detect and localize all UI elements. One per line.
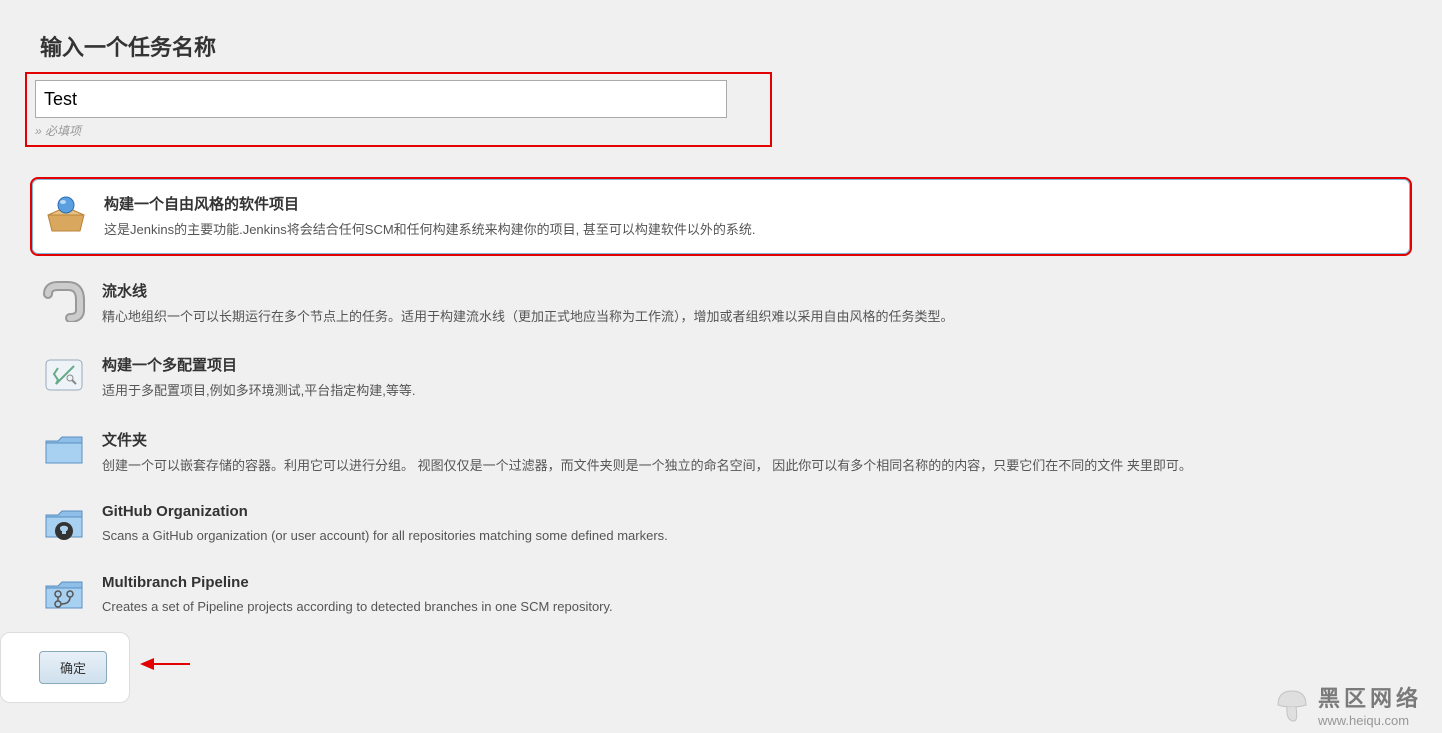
github-org-icon: [40, 503, 88, 545]
required-label: » 必填项: [35, 122, 762, 139]
option-folder[interactable]: 文件夹 创建一个可以嵌套存储的容器。利用它可以进行分组。 视图仅仅是一个过滤器，…: [30, 415, 1412, 490]
job-type-list: 构建一个自由风格的软件项目 这是Jenkins的主要功能.Jenkins将会结合…: [30, 177, 1412, 630]
multiconfig-icon: [40, 354, 88, 396]
option-title: 构建一个自由风格的软件项目: [104, 193, 1400, 214]
ok-button[interactable]: 确定: [39, 651, 107, 684]
multibranch-icon: [40, 574, 88, 616]
option-desc: 这是Jenkins的主要功能.Jenkins将会结合任何SCM和任何构建系统来构…: [104, 220, 1400, 240]
watermark-url: www.heiqu.com: [1318, 713, 1422, 728]
option-multibranch[interactable]: Multibranch Pipeline Creates a set of Pi…: [30, 560, 1412, 631]
option-multiconfig[interactable]: 构建一个多配置项目 适用于多配置项目,例如多环境测试,平台指定构建,等等.: [30, 340, 1412, 415]
watermark: 黑区网络 www.heiqu.com: [1272, 681, 1422, 728]
mushroom-icon: [1272, 685, 1312, 725]
option-title: 构建一个多配置项目: [102, 354, 1402, 375]
option-title: 流水线: [102, 280, 1402, 301]
freestyle-icon: [42, 193, 90, 235]
pipeline-icon: [40, 280, 88, 322]
option-pipeline[interactable]: 流水线 精心地组织一个可以长期运行在多个节点上的任务。适用于构建流水线（更加正式…: [30, 266, 1412, 341]
option-freestyle[interactable]: 构建一个自由风格的软件项目 这是Jenkins的主要功能.Jenkins将会结合…: [30, 177, 1412, 256]
folder-icon: [40, 429, 88, 471]
option-desc: 精心地组织一个可以长期运行在多个节点上的任务。适用于构建流水线（更加正式地应当称…: [102, 307, 1402, 327]
footer-panel: 确定: [0, 632, 130, 703]
name-input-highlight: » 必填项: [25, 72, 772, 147]
page-heading: 输入一个任务名称: [40, 30, 1402, 62]
option-desc: Creates a set of Pipeline projects accor…: [102, 597, 1402, 617]
option-desc: Scans a GitHub organization (or user acc…: [102, 526, 1402, 546]
option-desc: 适用于多配置项目,例如多环境测试,平台指定构建,等等.: [102, 381, 1402, 401]
option-title: 文件夹: [102, 429, 1402, 450]
arrow-annotation: [140, 649, 190, 681]
option-title: Multibranch Pipeline: [102, 574, 1402, 591]
option-title: GitHub Organization: [102, 503, 1402, 520]
option-github-org[interactable]: GitHub Organization Scans a GitHub organ…: [30, 489, 1412, 560]
watermark-title: 黑区网络: [1318, 681, 1422, 713]
option-desc: 创建一个可以嵌套存储的容器。利用它可以进行分组。 视图仅仅是一个过滤器，而文件夹…: [102, 456, 1402, 476]
item-name-input[interactable]: [35, 80, 727, 118]
